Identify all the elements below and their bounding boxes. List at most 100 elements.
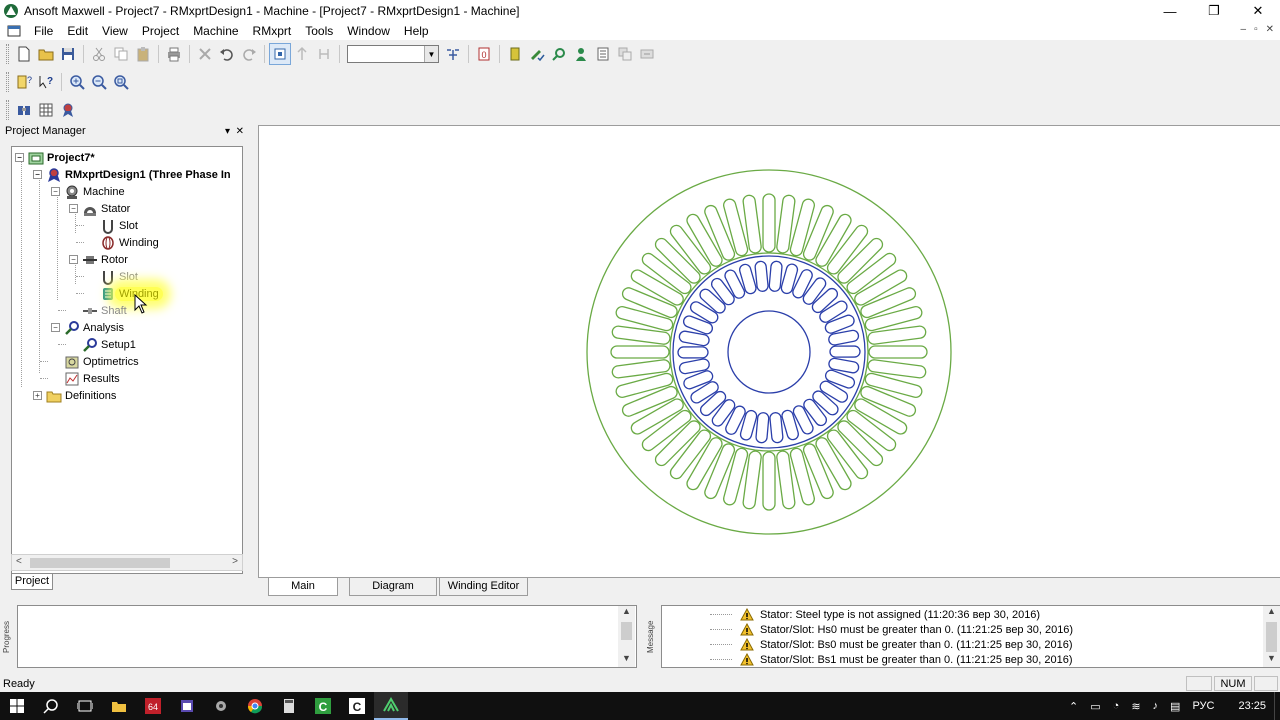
tree-design[interactable]: − RMxprtDesign1 (Three Phase In bbox=[33, 166, 231, 183]
rmxprt-button-2[interactable] bbox=[526, 43, 548, 65]
tree-optimetrics[interactable]: Optimetrics bbox=[64, 353, 139, 370]
scroll-up-icon[interactable]: ▲ bbox=[1263, 606, 1280, 620]
menu-window[interactable]: Window bbox=[340, 22, 397, 40]
rmxprt-button-7[interactable] bbox=[636, 43, 658, 65]
mdi-restore-button[interactable]: ▫ bbox=[1254, 24, 1258, 35]
tree-rotor-slot[interactable]: Slot bbox=[100, 268, 138, 285]
tree-analysis[interactable]: − Analysis bbox=[51, 319, 124, 336]
show-desktop-button[interactable] bbox=[1274, 692, 1280, 720]
scroll-down-icon[interactable]: ▼ bbox=[618, 653, 635, 667]
rmxprt-button-1[interactable] bbox=[504, 43, 526, 65]
tree-definitions[interactable]: + Definitions bbox=[33, 387, 116, 404]
collapse-toggle[interactable]: − bbox=[69, 204, 78, 213]
toolbar-grip[interactable] bbox=[6, 44, 9, 64]
mdi-close-button[interactable]: ✕ bbox=[1266, 24, 1274, 35]
scroll-right-icon[interactable]: > bbox=[232, 556, 238, 567]
rmxprt-button-3[interactable] bbox=[548, 43, 570, 65]
taskbar-explorer[interactable] bbox=[102, 692, 136, 720]
validate-button[interactable] bbox=[442, 43, 464, 65]
collapse-toggle[interactable]: − bbox=[15, 153, 24, 162]
menu-machine[interactable]: Machine bbox=[186, 22, 245, 40]
search-button[interactable] bbox=[34, 692, 68, 720]
tab-diagram[interactable]: Diagram bbox=[349, 578, 437, 596]
tray-network-icon[interactable]: ◔ bbox=[1113, 700, 1120, 712]
collapse-toggle[interactable]: − bbox=[69, 255, 78, 264]
scroll-up-icon[interactable]: ▲ bbox=[618, 606, 635, 620]
progress-scrollbar[interactable]: ▲ ▼ bbox=[618, 606, 635, 667]
tab-project[interactable]: Project bbox=[11, 574, 53, 590]
machine-tool-3[interactable] bbox=[57, 99, 79, 121]
rmxprt-button-6[interactable] bbox=[614, 43, 636, 65]
toolbar-grip[interactable] bbox=[6, 72, 9, 92]
menu-help[interactable]: Help bbox=[397, 22, 436, 40]
task-view-button[interactable] bbox=[68, 692, 102, 720]
taskbar-app-tools[interactable] bbox=[204, 692, 238, 720]
scroll-thumb[interactable] bbox=[621, 622, 632, 640]
tab-winding-editor[interactable]: Winding Editor bbox=[439, 578, 528, 596]
tray-chevron-up-icon[interactable]: ⌃ bbox=[1069, 700, 1078, 713]
tree-results[interactable]: Results bbox=[64, 370, 120, 387]
new-button[interactable] bbox=[13, 43, 35, 65]
collapse-toggle[interactable]: − bbox=[51, 323, 60, 332]
tab-main[interactable]: Main bbox=[268, 578, 338, 596]
scroll-thumb[interactable] bbox=[1266, 622, 1277, 652]
copy-button[interactable] bbox=[110, 43, 132, 65]
paste-button[interactable] bbox=[132, 43, 154, 65]
tree-shaft[interactable]: Shaft bbox=[82, 302, 127, 319]
select-mode-button[interactable] bbox=[269, 43, 291, 65]
tree-setup[interactable]: Setup1 bbox=[82, 336, 136, 353]
taskbar-calculator[interactable] bbox=[272, 692, 306, 720]
rmxprt-button-4[interactable] bbox=[570, 43, 592, 65]
toolbar-grip[interactable] bbox=[6, 100, 9, 120]
tray-wifi-icon[interactable]: ≋ bbox=[1131, 700, 1140, 713]
move-down-button[interactable] bbox=[313, 43, 335, 65]
close-button[interactable]: ✕ bbox=[1236, 0, 1280, 22]
tray-notifications-icon[interactable]: ▤ bbox=[1170, 700, 1180, 713]
tree-stator-slot[interactable]: Slot bbox=[100, 217, 138, 234]
panel-menu-icon[interactable]: ▾ bbox=[225, 126, 230, 137]
tree-horizontal-scrollbar[interactable]: < > bbox=[11, 554, 243, 571]
menu-rmxprt[interactable]: RMxprt bbox=[246, 22, 299, 40]
tray-clock[interactable]: 23:25 bbox=[1238, 700, 1266, 712]
menu-project[interactable]: Project bbox=[135, 22, 186, 40]
taskbar-app-c-green[interactable]: C bbox=[306, 692, 340, 720]
machine-tool-2[interactable] bbox=[35, 99, 57, 121]
design-select[interactable]: ▼ bbox=[347, 45, 439, 63]
tray-battery-icon[interactable]: ▭ bbox=[1090, 700, 1100, 713]
zoom-in-button[interactable] bbox=[66, 71, 88, 93]
tray-volume-icon[interactable]: ♪ bbox=[1153, 700, 1159, 712]
menu-edit[interactable]: Edit bbox=[60, 22, 95, 40]
collapse-toggle[interactable]: − bbox=[33, 170, 42, 179]
tree-stator-winding[interactable]: Winding bbox=[100, 234, 159, 251]
tree-rotor[interactable]: − Rotor bbox=[69, 251, 128, 268]
message-row[interactable]: Stator/Slot: Hs0 must be greater than 0.… bbox=[662, 622, 1073, 637]
menu-file[interactable]: File bbox=[27, 22, 60, 40]
delete-button[interactable] bbox=[194, 43, 216, 65]
message-row[interactable]: Stator: Steel type is not assigned (11:2… bbox=[662, 607, 1040, 622]
help-button[interactable]: ? bbox=[35, 71, 57, 93]
taskbar-maxwell[interactable] bbox=[374, 692, 408, 720]
message-row[interactable]: Stator/Slot: Bs1 must be greater than 0.… bbox=[662, 652, 1073, 667]
save-button[interactable] bbox=[57, 43, 79, 65]
undo-button[interactable] bbox=[216, 43, 238, 65]
context-help-button[interactable]: ? bbox=[13, 71, 35, 93]
start-button[interactable] bbox=[0, 692, 34, 720]
scroll-down-icon[interactable]: ▼ bbox=[1263, 653, 1280, 667]
message-scrollbar[interactable]: ▲ ▼ bbox=[1263, 606, 1280, 667]
taskbar-chrome[interactable] bbox=[238, 692, 272, 720]
print-button[interactable] bbox=[163, 43, 185, 65]
move-up-button[interactable] bbox=[291, 43, 313, 65]
minimize-button[interactable]: — bbox=[1148, 0, 1192, 22]
open-button[interactable] bbox=[35, 43, 57, 65]
analyze-button[interactable]: 0 bbox=[473, 43, 495, 65]
taskbar-app-64[interactable]: 64 bbox=[136, 692, 170, 720]
zoom-out-button[interactable] bbox=[88, 71, 110, 93]
menu-tools[interactable]: Tools bbox=[298, 22, 340, 40]
zoom-fit-button[interactable] bbox=[110, 71, 132, 93]
menu-view[interactable]: View bbox=[95, 22, 135, 40]
machine-tool-1[interactable] bbox=[13, 99, 35, 121]
machine-drawing-canvas[interactable] bbox=[258, 125, 1280, 577]
cut-button[interactable] bbox=[88, 43, 110, 65]
restore-button[interactable]: ❐ bbox=[1192, 0, 1236, 22]
taskbar-app-calendar[interactable] bbox=[170, 692, 204, 720]
